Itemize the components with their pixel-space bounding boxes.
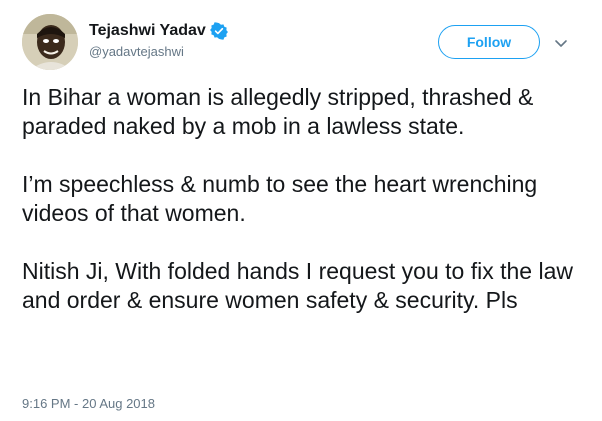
- tweet-header: Tejashwi Yadav @yadavtejashwi Follow: [22, 14, 580, 72]
- tweet-paragraph: Nitish Ji, With folded hands I request y…: [22, 258, 573, 313]
- display-name-row: Tejashwi Yadav: [89, 21, 228, 41]
- tweet-timestamp[interactable]: 9:16 PM - 20 Aug 2018: [22, 396, 155, 411]
- more-options-button[interactable]: [549, 33, 573, 53]
- author-info: Tejashwi Yadav @yadavtejashwi: [89, 21, 228, 59]
- display-name[interactable]: Tejashwi Yadav: [89, 22, 206, 40]
- tweet-paragraph: I’m speechless & numb to see the heart w…: [22, 171, 538, 226]
- tweet-card: Tejashwi Yadav @yadavtejashwi Follow In …: [0, 0, 602, 421]
- author-handle[interactable]: @yadavtejashwi: [89, 44, 228, 59]
- avatar[interactable]: [22, 14, 78, 70]
- follow-button[interactable]: Follow: [438, 25, 540, 59]
- chevron-down-icon: [555, 40, 567, 47]
- verified-badge-icon: [209, 22, 228, 40]
- tweet-text: In Bihar a woman is allegedly stripped, …: [22, 83, 582, 315]
- tweet-paragraph: In Bihar a woman is allegedly stripped, …: [22, 84, 534, 139]
- avatar-image: [22, 14, 78, 70]
